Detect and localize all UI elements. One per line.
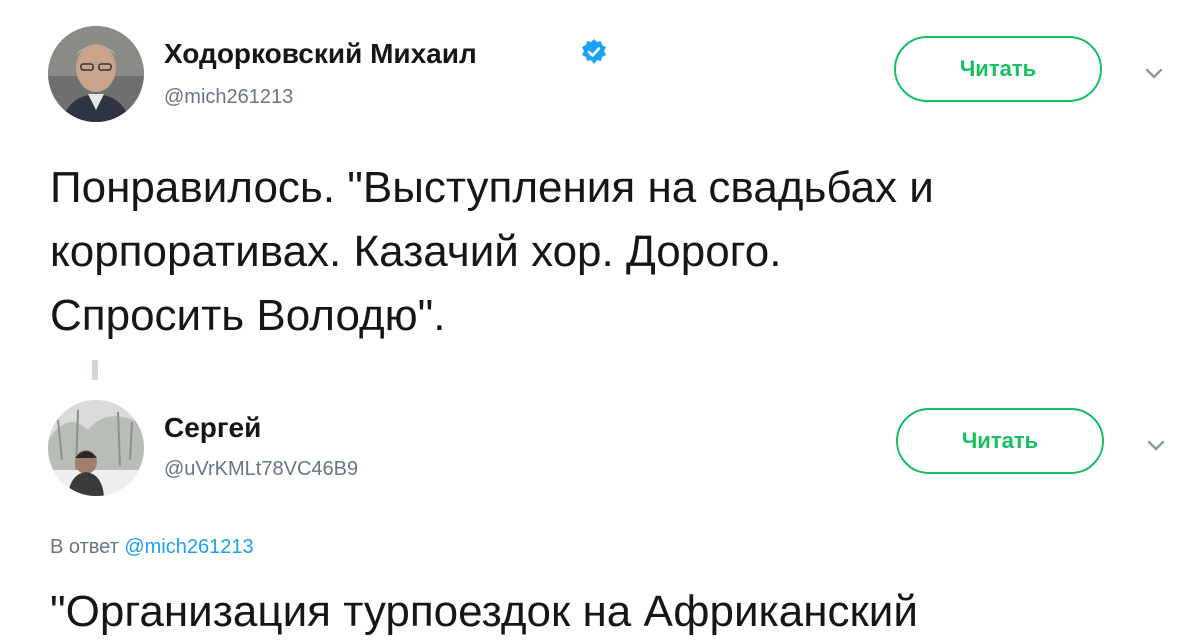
tweet-text-line: корпоративах. Казачий хор. Дорого.	[50, 227, 782, 276]
avatar[interactable]	[48, 400, 144, 496]
follow-button[interactable]: Читать	[894, 36, 1102, 102]
reply-prefix: В ответ	[50, 536, 119, 558]
tweet-text-line: Понравилось. "Выступления на свадьбах и	[50, 163, 934, 212]
chevron-down-icon[interactable]	[1144, 434, 1168, 458]
reply-mention-link[interactable]: @mich261213	[124, 536, 253, 558]
user-handle[interactable]: @uVrKMLt78VC46B9	[164, 458, 358, 481]
tweet-text-line: "Организация турпоездок на Африканский	[50, 587, 918, 636]
avatar[interactable]	[48, 26, 144, 122]
display-name[interactable]: Сергей	[164, 412, 261, 444]
display-name[interactable]: Ходорковский Михаил	[164, 38, 477, 70]
tweet-text: Понравилось. "Выступления на свадьбах и …	[50, 156, 1170, 348]
thread-connector	[92, 360, 98, 380]
follow-button[interactable]: Читать	[896, 408, 1104, 474]
chevron-down-icon[interactable]	[1142, 62, 1166, 86]
verified-badge-icon	[580, 38, 608, 66]
tweet-header-2: Сергей @uVrKMLt78VC46B9 Читать	[0, 396, 1200, 496]
tweet-text: "Организация турпоездок на Африканский	[50, 580, 1170, 644]
reply-context: В ответ @mich261213	[50, 536, 254, 559]
tweet-text-line: Спросить Володю".	[50, 291, 446, 340]
tweet-header-1: Ходорковский Михаил @mich261213 Читать	[0, 24, 1200, 124]
user-handle[interactable]: @mich261213	[164, 86, 293, 109]
